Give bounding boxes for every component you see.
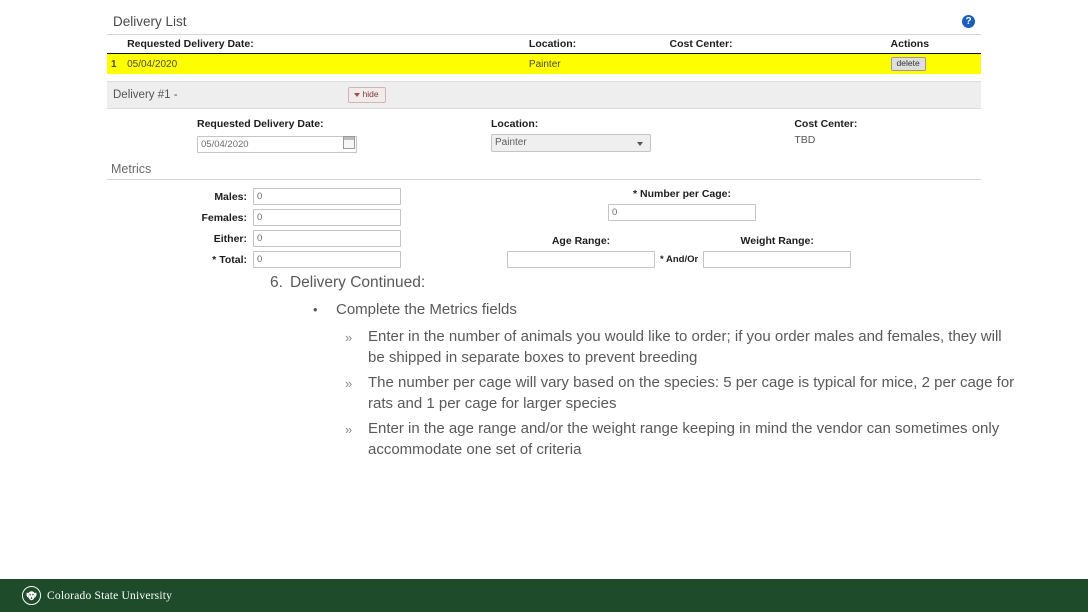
females-label: Females: bbox=[201, 211, 247, 224]
university-logo: Colorado State University bbox=[22, 586, 172, 605]
sub-bullet-marker-icon: » bbox=[345, 422, 353, 437]
row-date: 05/04/2020 bbox=[127, 53, 529, 74]
number-per-cage-input[interactable] bbox=[608, 204, 756, 221]
step-number: 6. bbox=[270, 274, 283, 291]
weight-range-label: Weight Range: bbox=[740, 235, 814, 247]
hide-button[interactable]: hide bbox=[347, 87, 386, 103]
number-per-cage-label-text: Number per Cage: bbox=[639, 188, 732, 200]
sub-bullet-text: Enter in the age range and/or the weight… bbox=[368, 420, 1000, 458]
slide-content: 6. Delivery Continued: • Complete the Me… bbox=[0, 272, 1088, 464]
females-input[interactable] bbox=[253, 209, 401, 226]
range-fields-row: Age Range: * And/Or Weight Range: bbox=[507, 235, 981, 268]
location-selected-value: Painter bbox=[495, 137, 527, 148]
requested-delivery-date-label: Requested Delivery Date: bbox=[197, 118, 324, 130]
bullet-marker-icon: • bbox=[313, 302, 318, 317]
sub-bullet-item: » The number per cage will vary based on… bbox=[345, 372, 1015, 414]
total-input[interactable] bbox=[253, 251, 401, 268]
weight-range-input[interactable] bbox=[703, 251, 852, 268]
sub-bullet-marker-icon: » bbox=[345, 376, 353, 391]
date-input-wrapper bbox=[197, 134, 357, 153]
table-header-location: Location: bbox=[528, 35, 670, 54]
row-actions: delete bbox=[890, 53, 981, 74]
footer-bar: Colorado State University bbox=[0, 579, 1088, 612]
required-marker: * bbox=[660, 254, 664, 265]
required-marker: * bbox=[632, 188, 638, 200]
table-header-date: Requested Delivery Date: bbox=[127, 35, 529, 54]
panel-title-text: Delivery List bbox=[113, 14, 187, 29]
sub-bullet-text: The number per cage will vary based on t… bbox=[368, 374, 1015, 412]
step-title: Delivery Continued: bbox=[289, 274, 426, 291]
table-header-actions: Actions bbox=[890, 35, 981, 54]
location-group: Location: Painter bbox=[491, 118, 794, 153]
total-label: * Total: bbox=[107, 254, 253, 266]
metrics-field-males: Males: bbox=[107, 188, 507, 205]
either-label: Either: bbox=[213, 232, 247, 245]
delivery-section-label: Delivery #1 - bbox=[113, 89, 178, 101]
ram-logo-icon bbox=[22, 586, 41, 605]
males-input[interactable] bbox=[253, 188, 401, 205]
males-label: Males: bbox=[214, 190, 247, 203]
question-mark-icon[interactable]: ? bbox=[962, 15, 975, 28]
sub-bullet-text: Enter in the number of animals you would… bbox=[368, 328, 1002, 366]
sub-bullet-item: » Enter in the age range and/or the weig… bbox=[345, 418, 1015, 460]
metrics-field-either: Either: bbox=[107, 230, 507, 247]
age-range-input[interactable] bbox=[507, 251, 655, 268]
requested-delivery-date-group: Requested Delivery Date: bbox=[107, 118, 491, 153]
table-row[interactable]: 1 05/04/2020 Painter delete bbox=[107, 53, 981, 74]
metrics-left-column: Males: Females: Either: * Total: bbox=[107, 188, 507, 272]
location-select[interactable]: Painter bbox=[491, 134, 651, 152]
age-range-group: Age Range: bbox=[507, 235, 655, 268]
metrics-section-title: Metrics bbox=[107, 162, 981, 180]
metrics-field-total: * Total: bbox=[107, 251, 507, 268]
chevron-down-icon bbox=[637, 142, 643, 146]
row-cost-center bbox=[669, 53, 891, 74]
and-or-label: * And/Or bbox=[655, 254, 703, 268]
total-label-text: Total: bbox=[219, 253, 247, 266]
requested-delivery-date-input[interactable] bbox=[197, 136, 357, 153]
age-range-label: Age Range: bbox=[551, 235, 611, 247]
and-or-label-text: And/Or bbox=[666, 254, 699, 265]
application-screenshot: Delivery List ? Requested Delivery Date:… bbox=[107, 10, 981, 268]
hide-button-label: hide bbox=[362, 89, 379, 99]
bullet-item: • Complete the Metrics fields bbox=[313, 299, 1088, 321]
university-name: Colorado State University bbox=[47, 589, 173, 602]
delivery-list-table: Requested Delivery Date: Location: Cost … bbox=[107, 35, 981, 74]
required-marker: * bbox=[212, 253, 217, 266]
row-location: Painter bbox=[528, 53, 670, 74]
delete-button[interactable]: delete bbox=[890, 57, 926, 71]
caret-down-icon bbox=[353, 92, 360, 97]
sub-bullet-item: » Enter in the number of animals you wou… bbox=[345, 326, 1015, 368]
metrics-body: Males: Females: Either: * Total: bbox=[107, 180, 981, 272]
delivery-fields-row: Requested Delivery Date: Location: Paint… bbox=[107, 109, 981, 153]
weight-range-group: Weight Range: bbox=[703, 235, 852, 268]
cost-center-label: Cost Center: bbox=[794, 118, 858, 130]
cost-center-value: TBD bbox=[794, 134, 816, 146]
cost-center-group: Cost Center: TBD bbox=[794, 118, 981, 153]
row-index: 1 bbox=[107, 53, 128, 74]
bullet-text: Complete the Metrics fields bbox=[336, 301, 517, 318]
number-per-cage-label: * Number per Cage: bbox=[532, 188, 832, 200]
calendar-icon[interactable] bbox=[343, 136, 355, 149]
delivery-list-panel-title: Delivery List ? bbox=[107, 10, 981, 35]
table-header-index bbox=[107, 35, 128, 54]
metrics-right-column: * Number per Cage: Age Range: * And/Or W… bbox=[507, 188, 981, 272]
delivery-section-header: Delivery #1 - hide bbox=[107, 81, 981, 109]
table-header-row: Requested Delivery Date: Location: Cost … bbox=[107, 35, 981, 54]
location-label: Location: bbox=[491, 118, 539, 130]
step-heading: 6. Delivery Continued: bbox=[270, 272, 1088, 294]
either-input[interactable] bbox=[253, 230, 401, 247]
metrics-field-females: Females: bbox=[107, 209, 507, 226]
table-header-cost-center: Cost Center: bbox=[669, 35, 891, 54]
sub-bullet-marker-icon: » bbox=[345, 330, 353, 345]
